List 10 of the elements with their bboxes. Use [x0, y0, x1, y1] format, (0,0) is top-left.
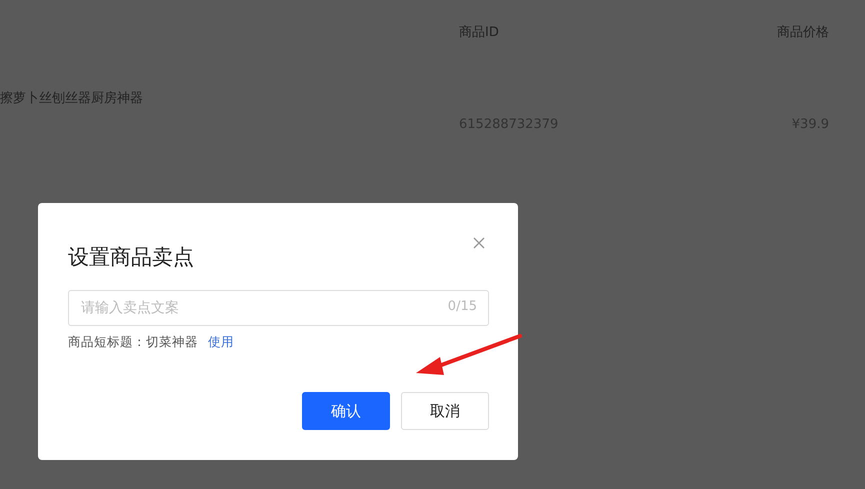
column-header: 商品价格: [777, 24, 829, 42]
short-title-text: 商品短标题：切菜神器: [68, 334, 198, 351]
product-name: 擦萝卜丝刨丝器厨房神器: [0, 90, 144, 108]
confirm-button[interactable]: 确认: [302, 392, 390, 430]
column-header: 商品ID: [459, 24, 500, 42]
use-link[interactable]: 使用: [208, 334, 234, 351]
dialog-title: 设置商品卖点: [68, 244, 194, 271]
cancel-button[interactable]: 取消: [401, 392, 489, 430]
close-icon[interactable]: [473, 237, 485, 249]
character-counter: 0/15: [448, 299, 477, 314]
